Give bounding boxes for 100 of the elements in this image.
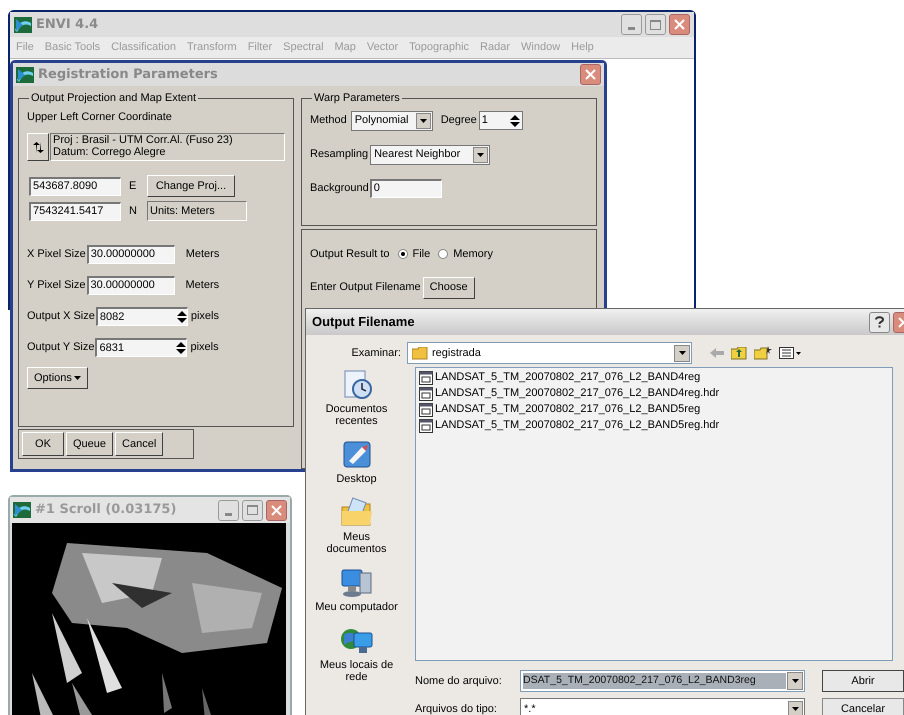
swap-button[interactable] bbox=[27, 133, 49, 161]
section-label: Upper Left Corner Coordinate bbox=[27, 110, 173, 124]
logo-icon bbox=[16, 66, 34, 82]
places-item[interactable]: Meu computador bbox=[314, 567, 398, 613]
file-type-dropdown[interactable]: *.* bbox=[520, 698, 805, 715]
unit-label: pixels bbox=[190, 309, 219, 324]
close-button[interactable] bbox=[266, 500, 287, 520]
minimize-icon bbox=[628, 27, 635, 30]
maximize-icon bbox=[247, 505, 258, 515]
dropdown-arrow-icon bbox=[792, 707, 799, 711]
dropdown-arrow-icon bbox=[678, 351, 686, 355]
dialog-button[interactable]: OK bbox=[22, 432, 64, 456]
swap-arrows-icon bbox=[32, 142, 44, 152]
units-display: Units: Meters bbox=[147, 201, 247, 221]
pixel-size-field[interactable]: 30.00000000 bbox=[86, 245, 175, 264]
places-item[interactable]: Documentos recentes bbox=[314, 369, 398, 427]
field-label: Method bbox=[310, 113, 347, 128]
group-title: Output Projection and Map Extent bbox=[31, 92, 196, 104]
field-label: Arquivos do tipo: bbox=[415, 702, 498, 715]
spinner-field[interactable]: 6831 bbox=[95, 338, 188, 357]
field-label: Nome do arquivo: bbox=[415, 674, 503, 689]
file-icon bbox=[419, 370, 433, 384]
dialog-button[interactable]: Queue bbox=[66, 432, 114, 456]
spinner-field[interactable]: 1 bbox=[478, 111, 523, 130]
computer-icon bbox=[340, 567, 374, 599]
file-icon bbox=[419, 402, 433, 416]
dropdown-arrow-icon bbox=[792, 679, 798, 683]
filename-combobox[interactable]: DSAT_5_TM_20070802_217_076_L2_BAND3reg bbox=[520, 670, 805, 692]
places-item[interactable]: Desktop bbox=[314, 439, 398, 485]
close-icon bbox=[674, 19, 685, 30]
file-icon bbox=[419, 418, 433, 432]
unit-label: Meters bbox=[186, 247, 220, 262]
pixel-size-field[interactable]: 30.00000000 bbox=[86, 276, 174, 295]
easting-field[interactable]: 543687.8090 bbox=[29, 176, 121, 196]
window-title: Registration Parameters bbox=[38, 66, 219, 84]
maximize-icon bbox=[650, 20, 661, 30]
window-title: ENVI 4.4 bbox=[36, 16, 100, 34]
choose-button[interactable]: Choose bbox=[422, 276, 475, 298]
folder-dropdown[interactable]: registrada bbox=[407, 342, 692, 364]
spinner-arrows-icon bbox=[176, 342, 186, 354]
field-label: Output Result to bbox=[310, 247, 390, 262]
field-label: Resampling bbox=[310, 147, 368, 162]
maximize-button[interactable] bbox=[242, 500, 263, 520]
file-icon bbox=[419, 386, 433, 400]
change-projection-button[interactable]: Change Proj... bbox=[147, 175, 235, 197]
maximize-button[interactable] bbox=[645, 14, 666, 35]
datum-text: Datum: Corrego Alegre bbox=[53, 146, 166, 158]
help-button[interactable] bbox=[869, 312, 890, 332]
places-item[interactable]: Meus documentos bbox=[314, 497, 398, 555]
close-icon bbox=[271, 504, 282, 516]
places-item[interactable]: Meus locais de rede bbox=[314, 625, 398, 683]
file-item[interactable]: LANDSAT_5_TM_20070802_217_076_L2_BAND4reg.hdr bbox=[419, 386, 892, 401]
radio-button[interactable] bbox=[398, 249, 408, 260]
resampling-dropdown[interactable]: Nearest Neighbor bbox=[370, 144, 490, 164]
field-label: Examinar: bbox=[350, 346, 402, 361]
field-label: Background bbox=[310, 180, 369, 196]
unit-label: pixels bbox=[190, 340, 219, 356]
axis-label: E bbox=[129, 178, 138, 194]
field-label: Output X Size bbox=[27, 309, 95, 324]
radio-button[interactable] bbox=[438, 249, 448, 260]
radio-label: File bbox=[412, 247, 430, 262]
close-icon bbox=[585, 69, 596, 80]
options-button[interactable]: Options bbox=[27, 367, 88, 389]
file-item[interactable]: LANDSAT_5_TM_20070802_217_076_L2_BAND4reg bbox=[419, 370, 892, 385]
projection-text: Proj : Brasil - UTM Corr.Al. (Fuso 23) bbox=[53, 134, 234, 146]
logo-icon bbox=[13, 502, 31, 518]
minimize-icon bbox=[225, 512, 232, 516]
spinner-arrows-icon bbox=[176, 311, 187, 323]
question-icon bbox=[875, 316, 884, 328]
dropdown-arrow-icon bbox=[420, 118, 427, 122]
field-label: Degree bbox=[440, 113, 477, 128]
dialog-button[interactable]: Cancel bbox=[115, 432, 164, 456]
cancel-button[interactable]: Cancelar bbox=[822, 698, 904, 715]
spinner-arrows-icon bbox=[510, 114, 520, 126]
logo-icon bbox=[14, 16, 32, 32]
view-menu-icon[interactable] bbox=[779, 347, 801, 359]
field-label: Y Pixel Size bbox=[27, 278, 86, 294]
radio-label: Memory bbox=[453, 247, 493, 262]
window-title: #1 Scroll (0.03175) bbox=[35, 501, 178, 520]
close-button[interactable] bbox=[580, 64, 601, 85]
background-field[interactable]: 0 bbox=[370, 178, 442, 198]
northing-field[interactable]: 7543241.5417 bbox=[29, 202, 121, 220]
open-button[interactable]: Abrir bbox=[822, 670, 904, 692]
field-label: Enter Output Filename bbox=[310, 280, 421, 296]
file-item[interactable]: LANDSAT_5_TM_20070802_217_076_L2_BAND5reg bbox=[419, 402, 892, 417]
axis-label: N bbox=[129, 204, 138, 219]
window-title: Output Filename bbox=[312, 313, 416, 332]
minimize-button[interactable] bbox=[621, 14, 642, 35]
folder-up-icon[interactable] bbox=[731, 346, 747, 360]
dropdown-arrow-icon bbox=[477, 152, 484, 156]
new-folder-icon[interactable] bbox=[754, 346, 772, 360]
dropdown-arrow-icon bbox=[74, 376, 81, 380]
spinner-field[interactable]: 8082 bbox=[96, 307, 188, 326]
method-dropdown[interactable]: Polynomial bbox=[350, 110, 433, 130]
field-label: X Pixel Size bbox=[27, 247, 86, 262]
field-label: Output Y Size bbox=[27, 340, 94, 356]
file-item[interactable]: LANDSAT_5_TM_20070802_217_076_L2_BAND5reg.hdr bbox=[419, 418, 892, 433]
minimize-button[interactable] bbox=[218, 500, 239, 520]
close-button[interactable] bbox=[669, 14, 690, 35]
unit-label: Meters bbox=[186, 278, 220, 294]
